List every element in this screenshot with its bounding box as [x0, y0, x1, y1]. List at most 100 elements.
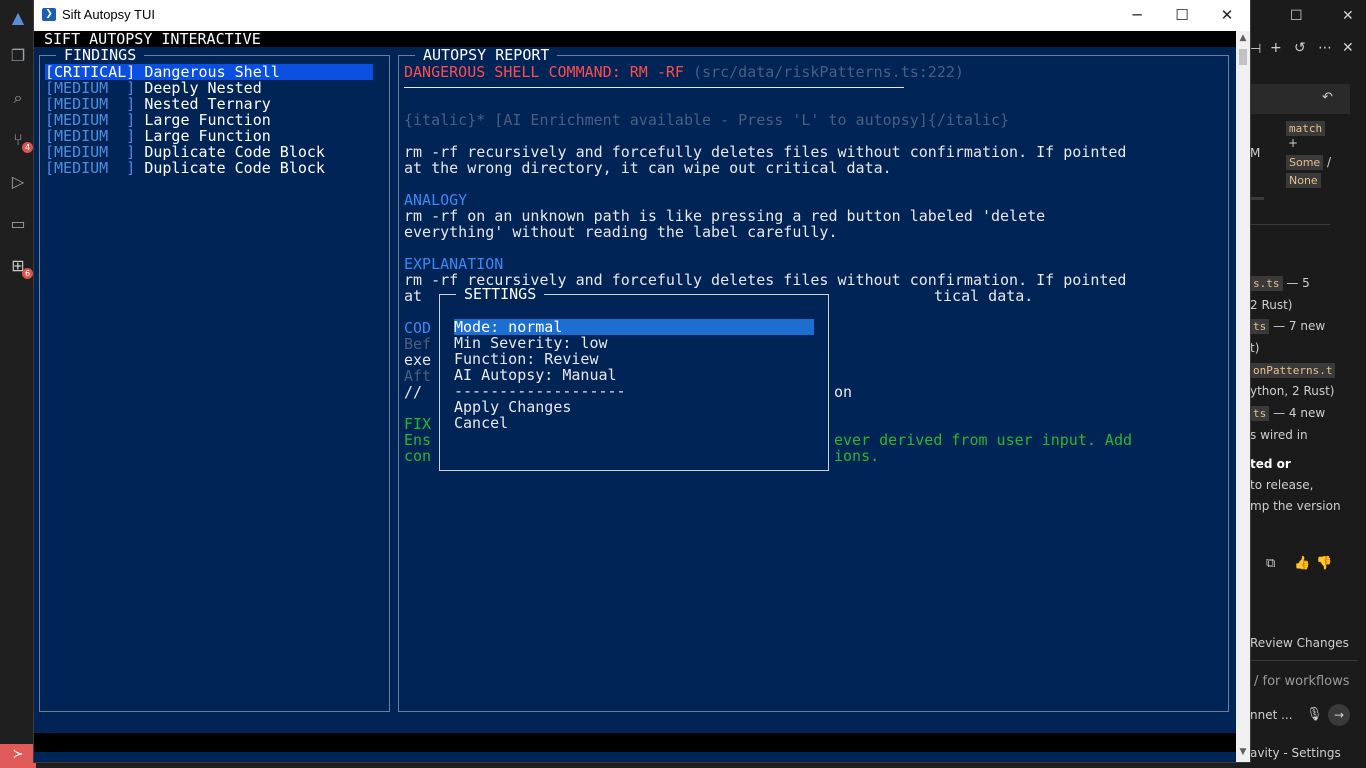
- title-bar: ❯ Sift Autopsy TUI ─ ☐ ✕: [34, 0, 1250, 31]
- text-fragment: /: [1327, 155, 1332, 169]
- finding-item[interactable]: [MEDIUM ] Large Function: [45, 112, 271, 128]
- summary-line: rm -rf recursively and forcefully delete…: [404, 143, 1127, 161]
- powershell-icon: ❯: [42, 8, 56, 21]
- code-comment-tail: on: [834, 383, 853, 401]
- review-changes-button[interactable]: Review Changes: [1250, 636, 1349, 650]
- history-icon[interactable]: ↺: [1294, 40, 1306, 56]
- app-logo-icon: ▲: [11, 8, 25, 27]
- fix-line-tail: ever derived from user input. Add: [834, 431, 1133, 449]
- run-debug-icon[interactable]: ▷: [8, 172, 28, 192]
- text-fragment: — 7 new: [1273, 319, 1326, 333]
- file-chip[interactable]: s.ts: [1250, 276, 1283, 291]
- text-fragment: 2 Rust): [1250, 298, 1293, 312]
- analogy-line: everything' without reading the label ca…: [404, 223, 838, 241]
- file-chip[interactable]: ts: [1250, 406, 1270, 421]
- finding-item[interactable]: [MEDIUM ] Nested Ternary: [45, 96, 271, 112]
- terminal-window: ❯ Sift Autopsy TUI ─ ☐ ✕ SIFT AUTOPSY IN…: [34, 0, 1250, 762]
- finding-item[interactable]: [MEDIUM ] Large Function: [45, 128, 271, 144]
- code-before-label: Bef: [404, 335, 432, 353]
- remote-explorer-icon[interactable]: ▭: [8, 214, 28, 234]
- scroll-thumb[interactable]: [1239, 49, 1247, 65]
- fix-label: FIX: [404, 415, 432, 433]
- minimize-button[interactable]: ─: [1114, 0, 1160, 31]
- findings-panel: FINDINGS [CRITICAL] Dangerous Shell [MEDI…: [39, 47, 390, 712]
- code-chip-none: None: [1286, 173, 1321, 188]
- finding-heading: DANGEROUS SHELL COMMAND: RM -RF (src/dat…: [404, 64, 964, 80]
- new-chat-icon[interactable]: +: [1270, 40, 1282, 56]
- split-icon[interactable]: ⊣: [1250, 42, 1261, 57]
- text-fragment: ython, 2 Rust): [1250, 384, 1335, 398]
- analogy-line: rm -rf on an unknown path is like pressi…: [404, 207, 1046, 225]
- remote-indicator-icon[interactable]: ≻: [0, 744, 36, 768]
- explanation-line: at: [404, 287, 423, 305]
- text-fragment: mp the version: [1250, 499, 1341, 513]
- setting-ai-autopsy[interactable]: AI Autopsy: Manual: [454, 367, 617, 383]
- code-line: exe: [404, 351, 432, 369]
- code-comment: //: [404, 383, 423, 401]
- finding-location[interactable]: (src/data/riskPatterns.ts:222): [693, 63, 964, 81]
- fix-line: con: [404, 447, 432, 465]
- model-selector[interactable]: nnet ...: [1250, 708, 1293, 722]
- terminal-content: SIFT AUTOPSY INTERACTIVE FINDINGS [CRITI…: [34, 31, 1236, 762]
- scroll-hint: [1250, 197, 1264, 200]
- code-chip-some: Some: [1286, 155, 1324, 170]
- activity-bar: ▲ ❐ ⌕ ⑂ 4 ▷ ▭ ⊞ 6 ≻: [0, 0, 36, 768]
- settings-dialog: SETTINGS Mode: normal Min Severity: low …: [439, 286, 829, 471]
- text-fragment: t): [1250, 341, 1260, 355]
- finding-item[interactable]: [MEDIUM ] Duplicate Code Block: [45, 144, 325, 160]
- text-fragment: ted or: [1250, 457, 1291, 471]
- thumbs-down-icon[interactable]: 👎: [1316, 556, 1332, 571]
- copy-icon[interactable]: ⧉: [1266, 556, 1275, 571]
- ai-enrichment-hint: {italic}* [AI Enrichment available - Pre…: [404, 111, 1010, 129]
- fix-line-tail: ions.: [834, 447, 880, 465]
- finding-item[interactable]: [MEDIUM ] Duplicate Code Block: [45, 160, 325, 176]
- explanation-label: EXPLANATION: [404, 255, 504, 273]
- close-button[interactable]: ✕: [1204, 0, 1250, 31]
- settings-divider: -------------------: [454, 382, 626, 400]
- setting-mode[interactable]: Mode: normal: [454, 319, 814, 335]
- findings-title: FINDINGS: [56, 47, 145, 63]
- code-chip-match: match: [1286, 121, 1326, 136]
- file-chip[interactable]: onPatterns.t: [1250, 363, 1336, 378]
- apply-changes-button[interactable]: Apply Changes: [454, 399, 571, 415]
- heading-underline: [404, 87, 904, 88]
- text-fragment: to release,: [1250, 478, 1314, 492]
- window-title: Sift Autopsy TUI: [62, 7, 155, 22]
- chat-input-box[interactable]: [1250, 84, 1350, 114]
- panel-close-icon[interactable]: ✕: [1342, 8, 1354, 24]
- file-chip[interactable]: ts: [1250, 319, 1270, 334]
- finding-name: Duplicate Code Block: [144, 159, 325, 177]
- divider: [1250, 224, 1330, 225]
- app-header-text: SIFT AUTOPSY INTERACTIVE: [44, 30, 261, 48]
- text-fragment: +: [1288, 136, 1299, 150]
- analogy-label: ANALOGY: [404, 191, 468, 209]
- more-icon[interactable]: ⋯: [1318, 40, 1332, 56]
- undo-icon[interactable]: ↶: [1322, 90, 1333, 105]
- finding-heading-text: DANGEROUS SHELL COMMAND: RM -RF: [404, 63, 684, 81]
- finding-item[interactable]: [CRITICAL] Dangerous Shell: [45, 64, 373, 80]
- finding-severity: [MEDIUM ]: [45, 159, 136, 177]
- scroll-up-icon[interactable]: ▲: [1236, 33, 1250, 43]
- setting-min-severity[interactable]: Min Severity: low: [454, 335, 608, 351]
- cancel-button[interactable]: Cancel: [454, 415, 508, 431]
- panel-maximize-icon[interactable]: ☐: [1290, 8, 1303, 24]
- send-icon[interactable]: →: [1328, 704, 1350, 726]
- source-control-badge: 4: [22, 142, 33, 153]
- finding-item[interactable]: [MEDIUM ] Deeply Nested: [45, 80, 262, 96]
- scroll-down-icon[interactable]: ▼: [1236, 747, 1250, 757]
- status-bar: [34, 733, 1236, 752]
- thumbs-up-icon[interactable]: 👍: [1294, 556, 1310, 571]
- maximize-button[interactable]: ☐: [1159, 0, 1205, 31]
- chat-panel: ☐ ✕ ⊣ + ↺ ⋯ ✕ ↶ match M + Some / None s.…: [1250, 0, 1366, 768]
- close-chat-icon[interactable]: ✕: [1342, 40, 1354, 56]
- mic-icon[interactable]: 🎙: [1306, 707, 1323, 722]
- extensions-badge: 6: [22, 268, 33, 279]
- text-fragment: s wired in: [1250, 428, 1308, 442]
- chat-input-placeholder[interactable]: / for workflows: [1254, 674, 1350, 689]
- status-text: avity - Settings: [1250, 746, 1341, 760]
- search-icon[interactable]: ⌕: [8, 88, 28, 108]
- terminal-scrollbar[interactable]: ▲ ▼: [1236, 31, 1250, 762]
- fix-line: Ens: [404, 431, 432, 449]
- explorer-icon[interactable]: ❐: [8, 46, 28, 66]
- setting-function[interactable]: Function: Review: [454, 351, 599, 367]
